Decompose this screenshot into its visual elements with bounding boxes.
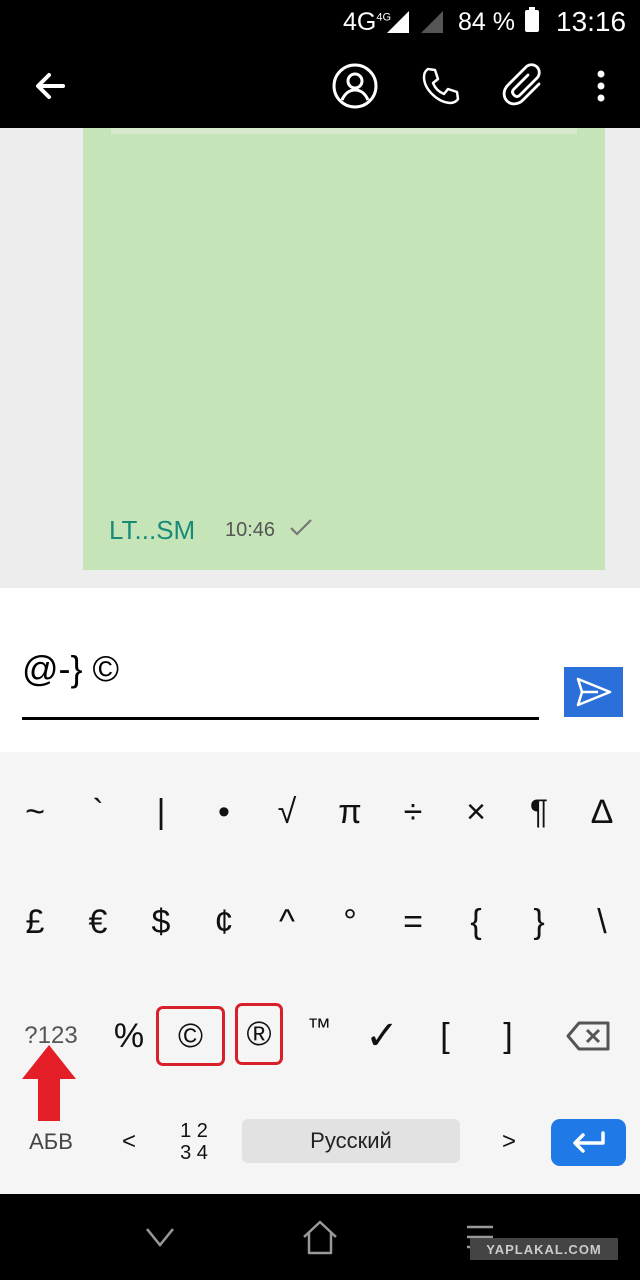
red-arrow-annotation xyxy=(22,1045,76,1121)
home-icon[interactable] xyxy=(295,1214,345,1260)
watermark: YAPLAKAL.COM xyxy=(470,1238,618,1260)
key-bullet[interactable]: • xyxy=(194,782,254,842)
alphabet-toggle-key[interactable]: АБВ xyxy=(16,1112,86,1172)
signal-secondary-icon xyxy=(421,11,443,33)
key-degree[interactable]: ° xyxy=(320,892,380,952)
key-less-than[interactable]: < xyxy=(99,1112,159,1172)
key-close-brace[interactable]: } xyxy=(509,892,569,952)
status-bar: 4G4G 84 % 13:16 xyxy=(0,0,640,44)
key-divide[interactable]: ÷ xyxy=(383,782,443,842)
key-trademark[interactable]: ™ xyxy=(289,998,349,1058)
key-greater-than[interactable]: > xyxy=(479,1112,539,1172)
key-pipe[interactable]: | xyxy=(131,782,191,842)
key-equals[interactable]: = xyxy=(383,892,443,952)
key-backtick[interactable]: ` xyxy=(68,782,128,842)
battery-percent: 84 % xyxy=(458,8,515,36)
backspace-icon xyxy=(566,1021,610,1051)
input-underline xyxy=(22,717,539,720)
network-indicator: 4G4G xyxy=(343,8,392,36)
key-multiply[interactable]: × xyxy=(446,782,506,842)
app-bar xyxy=(0,44,640,128)
message-input[interactable]: @-} © xyxy=(22,648,119,690)
send-button[interactable] xyxy=(564,667,623,717)
key-tilde[interactable]: ~ xyxy=(5,782,65,842)
back-arrow-icon[interactable] xyxy=(22,58,78,114)
message-sender[interactable]: LT...SM xyxy=(109,515,195,546)
key-sqrt[interactable]: √ xyxy=(257,782,317,842)
message-bubble[interactable]: LT...SM 10:46 xyxy=(83,128,605,570)
backspace-key[interactable] xyxy=(558,1006,618,1066)
battery-icon xyxy=(525,7,539,32)
key-pilcrow[interactable]: ¶ xyxy=(509,782,569,842)
clock: 13:16 xyxy=(556,6,627,37)
key-registered[interactable]: ® xyxy=(235,1003,283,1065)
key-cent[interactable]: ¢ xyxy=(194,892,254,952)
key-open-brace[interactable]: { xyxy=(446,892,506,952)
send-icon xyxy=(576,677,611,707)
more-vert-icon[interactable] xyxy=(573,58,629,114)
enter-icon xyxy=(572,1130,605,1153)
signal-icon xyxy=(387,11,409,33)
navigation-bar xyxy=(0,1194,640,1280)
key-checkmark[interactable]: ✓ xyxy=(352,1006,412,1066)
phone-icon[interactable] xyxy=(412,58,468,114)
enter-key[interactable] xyxy=(551,1119,626,1166)
check-icon xyxy=(288,516,314,543)
key-pound[interactable]: £ xyxy=(5,892,65,952)
key-close-bracket[interactable]: ] xyxy=(478,1006,538,1066)
chat-area: LT...SM 10:46 xyxy=(0,128,640,588)
contact-icon[interactable] xyxy=(327,58,383,114)
key-backslash[interactable]: \ xyxy=(572,892,632,952)
space-key[interactable]: Русский xyxy=(242,1119,460,1163)
numpad-toggle-key[interactable]: 1 2 3 4 xyxy=(164,1112,224,1172)
message-time: 10:46 xyxy=(225,519,276,541)
numpad-bottom-label: 3 4 xyxy=(180,1142,208,1164)
key-copyright[interactable]: © xyxy=(156,1006,225,1066)
key-percent[interactable]: % xyxy=(99,1006,159,1066)
chevron-down-icon[interactable] xyxy=(135,1214,185,1260)
paperclip-icon[interactable] xyxy=(497,58,553,114)
numpad-top-label: 1 2 xyxy=(180,1120,208,1142)
symbol-keyboard: ~ ` | • √ π ÷ × ¶ ∆ £ € $ ¢ ^ ° = { } \ … xyxy=(0,752,640,1194)
composer: @-} © xyxy=(0,588,640,752)
bubble-top-strip xyxy=(111,128,577,134)
key-open-bracket[interactable]: [ xyxy=(415,1006,475,1066)
key-delta[interactable]: ∆ xyxy=(572,782,632,842)
key-euro[interactable]: € xyxy=(68,892,128,952)
key-pi[interactable]: π xyxy=(320,782,380,842)
key-dollar[interactable]: $ xyxy=(131,892,191,952)
key-caret[interactable]: ^ xyxy=(257,892,317,952)
